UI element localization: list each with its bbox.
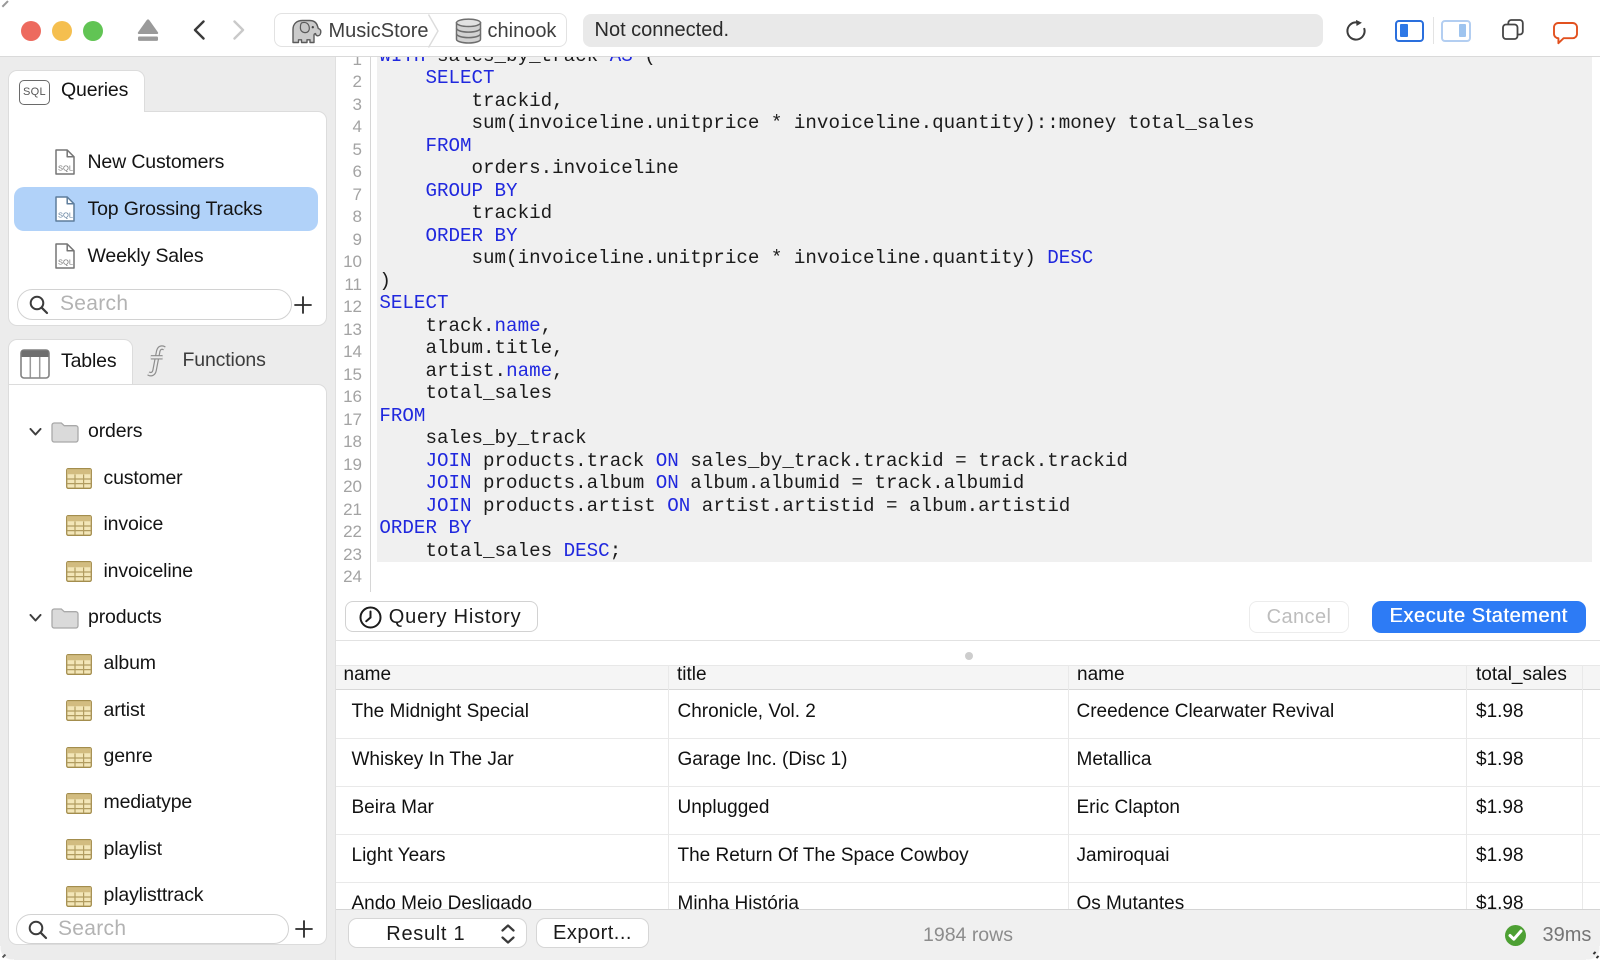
svg-text:SQL: SQL xyxy=(58,210,73,219)
svg-text:SQL: SQL xyxy=(58,257,73,266)
svg-text:SQL: SQL xyxy=(58,163,73,172)
